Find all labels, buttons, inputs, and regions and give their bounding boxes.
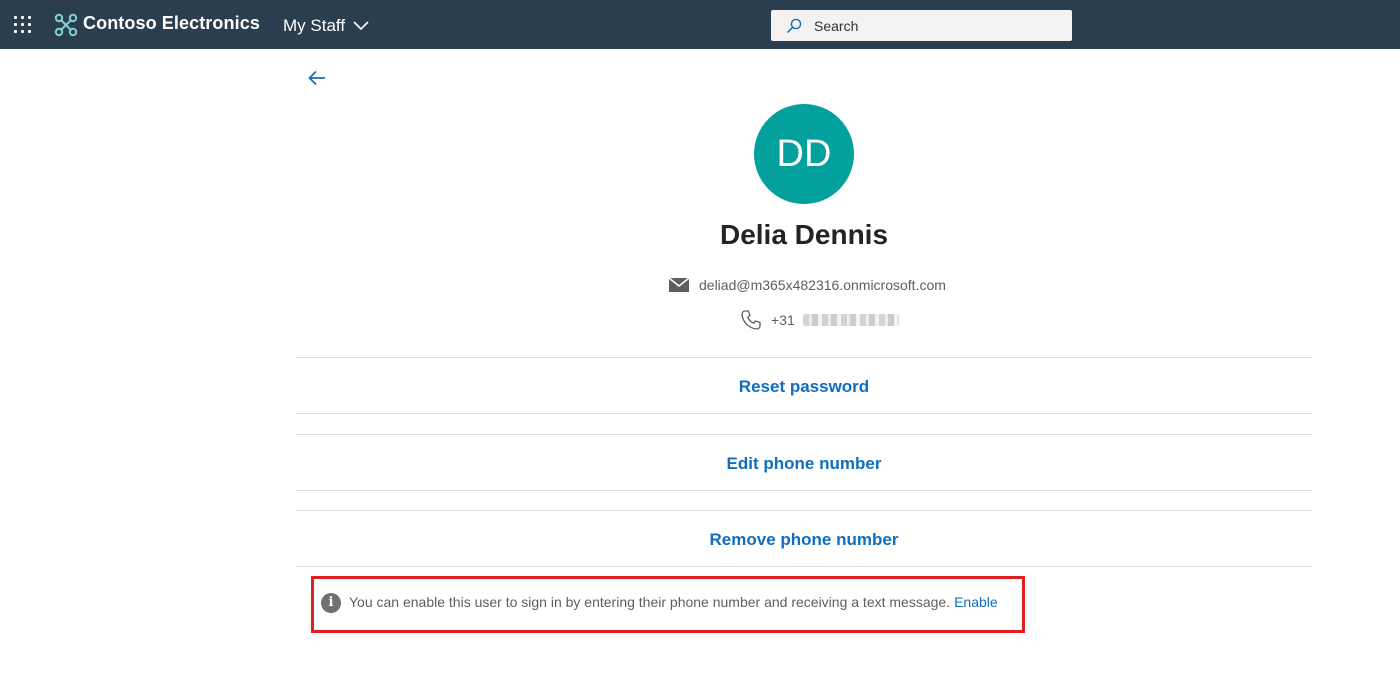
user-phone-prefix: +31 — [771, 312, 795, 328]
search-icon — [786, 18, 802, 34]
enable-link[interactable]: Enable — [954, 594, 998, 610]
chevron-down-icon — [353, 21, 369, 31]
search-input[interactable]: Search — [814, 18, 858, 34]
info-icon: i — [321, 593, 341, 613]
app-launcher-icon[interactable] — [14, 16, 32, 34]
top-bar: Contoso Electronics My Staff Search — [0, 0, 1400, 49]
redacted-phone-digits — [802, 314, 899, 326]
app-switcher[interactable]: My Staff — [283, 15, 369, 37]
notice-text-row: You can enable this user to sign in by e… — [349, 594, 998, 610]
search-box[interactable]: Search — [771, 10, 1072, 41]
mail-icon — [668, 277, 690, 292]
edit-phone-number-button[interactable]: Edit phone number — [296, 454, 1312, 474]
email-row: deliad@m365x482316.onmicrosoft.com — [668, 275, 946, 295]
user-name: Delia Dennis — [719, 219, 889, 250]
divider — [296, 413, 1312, 414]
divider — [296, 490, 1312, 491]
app-name: My Staff — [283, 16, 346, 35]
contoso-logo-icon — [54, 13, 78, 37]
user-email: deliad@m365x482316.onmicrosoft.com — [699, 277, 946, 293]
divider — [296, 566, 1312, 567]
phone-row: +31 — [740, 309, 899, 331]
reset-password-button[interactable]: Reset password — [296, 377, 1312, 397]
brand-name: Contoso Electronics — [83, 13, 260, 33]
back-arrow-icon[interactable] — [306, 67, 328, 89]
divider — [296, 357, 1312, 358]
divider — [296, 510, 1312, 511]
notice-message: You can enable this user to sign in by e… — [349, 594, 951, 610]
avatar: DD — [754, 104, 854, 204]
sms-signin-notice: i You can enable this user to sign in by… — [311, 576, 1025, 633]
divider — [296, 434, 1312, 435]
phone-icon — [741, 310, 761, 330]
remove-phone-number-button[interactable]: Remove phone number — [296, 530, 1312, 550]
